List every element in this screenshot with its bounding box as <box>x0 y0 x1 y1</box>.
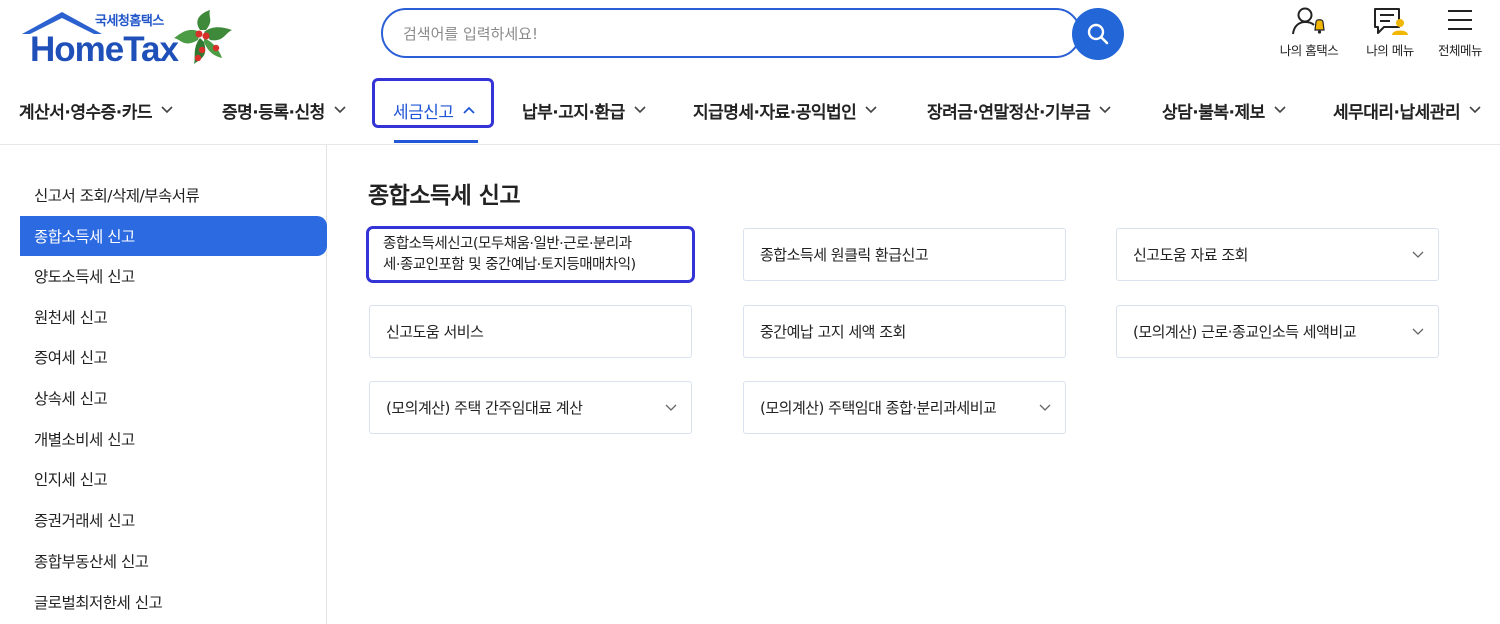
nav-label: 상담·불복·제보 <box>1162 102 1265 123</box>
logo-subtitle: 국세청홈택스 <box>95 14 164 29</box>
search-icon <box>1087 23 1109 45</box>
chevron-down-icon <box>1412 328 1424 335</box>
sidebar-item-label: 종합부동산세 신고 <box>34 553 149 571</box>
card-mock-calc-earned-income[interactable]: (모의계산) 근로·종교인소득 세액비교 <box>1116 305 1439 358</box>
card-label: 중간예납 고지 세액 조회 <box>760 323 906 341</box>
chevron-down-icon <box>1274 106 1286 114</box>
chevron-down-icon <box>1412 251 1424 258</box>
sidebar-item-stamp[interactable]: 인지세 신고 <box>20 459 327 499</box>
card-label-line1: 종합소득세신고(모두채움·일반·근로·분리과 <box>383 235 632 252</box>
chevron-down-icon <box>1469 106 1481 114</box>
card-mock-calc-rental-compare[interactable]: (모의계산) 주택임대 종합·분리과세비교 <box>743 381 1066 434</box>
card-filing-help-data[interactable]: 신고도움 자료 조회 <box>1116 228 1439 281</box>
card-label-line2: 세·종교인포함 및 중간예납·토지등매매차익) <box>383 256 636 273</box>
sidebar-item-real-estate[interactable]: 종합부동산세 신고 <box>20 541 327 581</box>
sidebar-item-label: 인지세 신고 <box>34 471 108 489</box>
card-label: 종합소득세 원클릭 환급신고 <box>760 246 929 264</box>
card-mock-calc-deemed-rent[interactable]: (모의계산) 주택 간주임대료 계산 <box>369 381 692 434</box>
card-label: 신고도움 서비스 <box>386 323 484 341</box>
sidebar-item-label: 증여세 신고 <box>34 349 108 367</box>
top-navigation: 계산서·영수증·카드 증명·등록·신청 세금신고 납부·고지·환급 지급명세·자… <box>0 76 1500 144</box>
chevron-down-icon <box>634 106 646 114</box>
nav-label: 지급명세·자료·공익법인 <box>693 102 857 123</box>
chevron-down-icon <box>865 106 877 114</box>
sidebar-item-inheritance[interactable]: 상속세 신고 <box>20 378 327 418</box>
nav-label: 세금신고 <box>393 102 454 123</box>
nav-incentive-year-end[interactable]: 장려금·연말정산·기부금 <box>927 90 1112 130</box>
sidebar-item-label: 신고서 조회/삭제/부속서류 <box>34 187 200 205</box>
card-label: 종합소득세신고(모두채움·일반·근로·분리과 세·종교인포함 및 중간예납·토지… <box>383 234 636 276</box>
nav-invoice-receipt-card[interactable]: 계산서·영수증·카드 <box>19 90 174 130</box>
chevron-down-icon <box>665 404 677 411</box>
sidebar-item-label: 개별소비세 신고 <box>34 431 135 449</box>
sidebar-item-withholding[interactable]: 원천세 신고 <box>20 297 327 337</box>
card-label: (모의계산) 주택임대 종합·분리과세비교 <box>760 399 997 417</box>
chevron-down-icon <box>161 106 173 114</box>
nav-payment-statement[interactable]: 지급명세·자료·공익법인 <box>693 90 878 130</box>
my-hometax-label: 나의 홈택스 <box>1279 43 1339 58</box>
all-menu-label: 전체메뉴 <box>1437 43 1483 58</box>
nav-label: 세무대리·납세관리 <box>1333 102 1461 123</box>
nav-tax-filing[interactable]: 세금신고 <box>393 90 476 130</box>
card-filing-help-service[interactable]: 신고도움 서비스 <box>369 305 692 358</box>
card-label: (모의계산) 주택 간주임대료 계산 <box>386 399 583 417</box>
user-bell-icon <box>1292 7 1325 35</box>
all-menu-button[interactable]: 전체메뉴 <box>1432 6 1488 59</box>
card-one-click-refund[interactable]: 종합소득세 원클릭 환급신고 <box>743 228 1066 281</box>
sidebar-item-label: 양도소득세 신고 <box>34 268 135 286</box>
nav-label: 계산서·영수증·카드 <box>19 102 153 123</box>
sidebar-item-securities[interactable]: 증권거래세 신고 <box>20 500 327 540</box>
nav-consultation-appeal[interactable]: 상담·불복·제보 <box>1162 90 1287 130</box>
logo-title: HomeTax <box>30 30 179 69</box>
my-menu-button[interactable]: 나의 메뉴 <box>1360 6 1420 59</box>
menu-user-icon <box>1374 8 1408 35</box>
my-menu-label: 나의 메뉴 <box>1366 43 1414 58</box>
sidebar-item-label: 상속세 신고 <box>34 390 108 408</box>
nav-label: 증명·등록·신청 <box>222 102 325 123</box>
card-label: (모의계산) 근로·종교인소득 세액비교 <box>1133 323 1357 341</box>
sidebar-item-label: 글로벌최저한세 신고 <box>34 594 163 612</box>
card-label: 신고도움 자료 조회 <box>1133 246 1248 264</box>
chevron-down-icon <box>1099 106 1111 114</box>
sidebar-item-label: 원천세 신고 <box>34 309 108 327</box>
nav-label: 납부·고지·환급 <box>522 102 625 123</box>
chevron-up-icon <box>462 106 475 114</box>
hamburger-icon <box>1448 10 1472 30</box>
chevron-down-icon <box>334 106 346 114</box>
sidebar-item-excise[interactable]: 개별소비세 신고 <box>20 419 327 459</box>
card-income-tax-filing[interactable]: 종합소득세신고(모두채움·일반·근로·분리과 세·종교인포함 및 중간예납·토지… <box>366 226 695 283</box>
page-title: 종합소득세 신고 <box>368 183 521 209</box>
sidebar-item-return-inquiry[interactable]: 신고서 조회/삭제/부속서류 <box>20 175 327 215</box>
chevron-down-icon <box>1039 404 1051 411</box>
sidebar-item-capital-gains[interactable]: 양도소득세 신고 <box>20 256 327 296</box>
sidebar-item-label: 증권거래세 신고 <box>34 512 135 530</box>
sidebar-item-global-minimum[interactable]: 글로벌최저한세 신고 <box>20 582 327 622</box>
nav-active-underline <box>394 140 478 143</box>
nav-certificate-registration[interactable]: 증명·등록·신청 <box>222 90 347 130</box>
sidebar-item-label: 종합소득세 신고 <box>34 228 135 246</box>
nav-payment-refund[interactable]: 납부·고지·환급 <box>522 90 647 130</box>
sidebar-item-gift-tax[interactable]: 증여세 신고 <box>20 337 327 377</box>
my-hometax-button[interactable]: 나의 홈택스 <box>1272 6 1346 59</box>
hometax-logo[interactable]: 국세청홈택스 HomeTax <box>18 8 238 70</box>
search-input[interactable] <box>403 22 1043 46</box>
sidebar-item-income-tax[interactable]: 종합소득세 신고 <box>20 216 327 256</box>
nav-label: 장려금·연말정산·기부금 <box>927 102 1091 123</box>
card-interim-prepayment[interactable]: 중간예납 고지 세액 조회 <box>743 305 1066 358</box>
search-button[interactable] <box>1072 8 1124 60</box>
search-box <box>381 8 1081 58</box>
holly-icon <box>174 10 232 64</box>
sidebar: 신고서 조회/삭제/부속서류 종합소득세 신고 양도소득세 신고 원천세 신고 … <box>0 145 327 624</box>
nav-tax-agent[interactable]: 세무대리·납세관리 <box>1333 90 1482 130</box>
